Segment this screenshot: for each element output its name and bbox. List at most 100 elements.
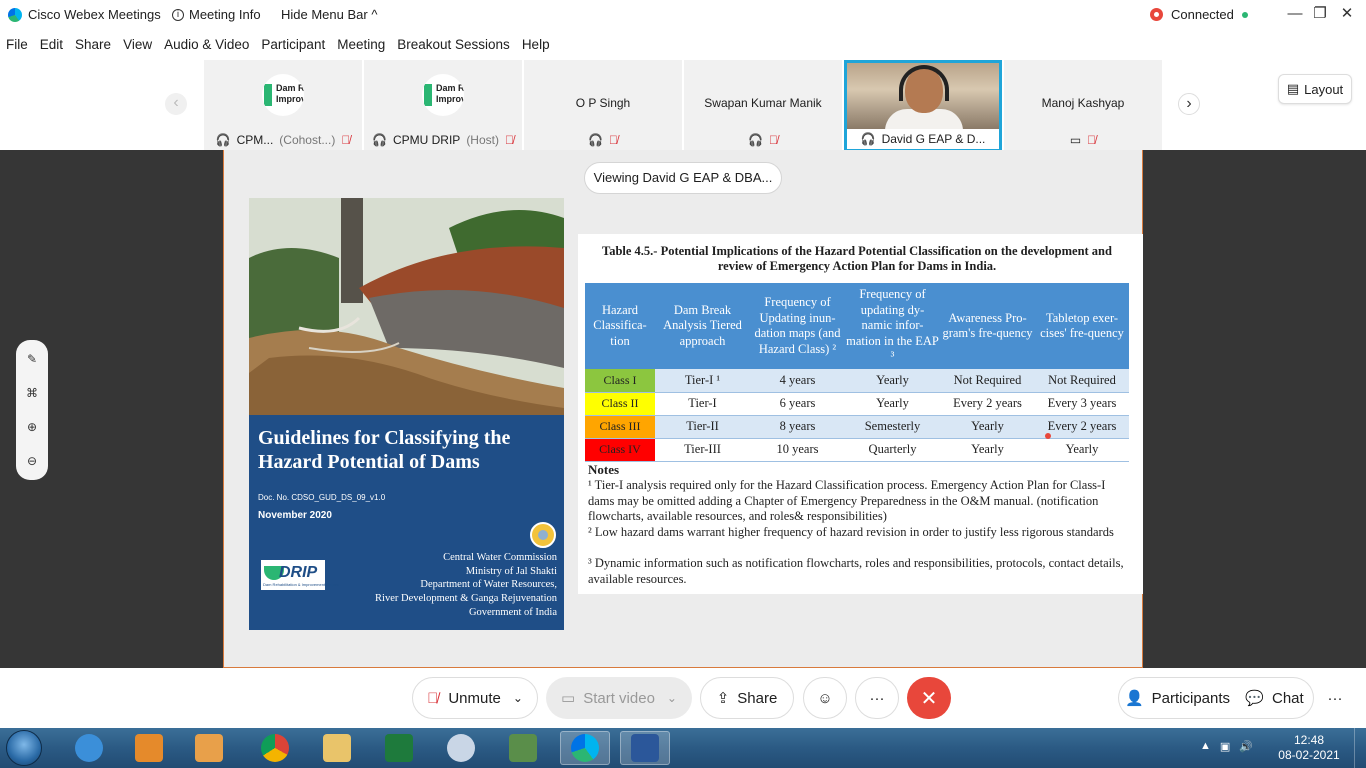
chat-button[interactable]: 💬 Chat — [1236, 677, 1314, 719]
table-row: Class IV Tier-III 10 years Quarterly Yea… — [585, 438, 1129, 462]
hide-menu-bar-button[interactable]: Hide Menu Bar ^ — [281, 7, 377, 22]
table-cell: 4 years — [750, 369, 845, 393]
viewing-indicator[interactable]: Viewing David G EAP & DBA... — [584, 162, 782, 194]
menu-breakout-sessions[interactable]: Breakout Sessions — [391, 34, 516, 56]
unmute-button[interactable]: 🎙̸ Unmute ⌄ — [412, 677, 538, 719]
annotate-pen-icon[interactable]: ✎ — [16, 352, 48, 366]
share-button[interactable]: ⇪ Share — [700, 677, 794, 719]
doc-number: Doc. No. CDSO_GUD_DS_09_v1.0 — [258, 493, 386, 502]
volume-icon[interactable]: 🔊 — [1239, 740, 1253, 753]
table-cell: 10 years — [750, 438, 845, 462]
more-panels-button[interactable]: ··· — [1318, 677, 1352, 719]
menu-participant[interactable]: Participant — [255, 34, 331, 56]
participant-tile[interactable]: Dam R Improv 🎧 CPMU DRIP (Host) 🎙̸ — [364, 60, 522, 150]
show-desktop-button[interactable] — [1354, 728, 1366, 768]
table-cell: Semesterly — [845, 415, 940, 439]
table-cell: Not Required — [1035, 369, 1129, 393]
participant-tile[interactable]: Dam R Improv 🎧 CPM... (Cohost...) 🎙̸ — [204, 60, 362, 150]
table-page: Table 4.5.- Potential Implications of th… — [578, 234, 1143, 594]
tile-footer: 🎧 🎙̸ — [524, 130, 682, 150]
participant-tile[interactable]: O P Singh 🎧 🎙̸ — [524, 60, 682, 150]
system-clock[interactable]: 12:48 08-02-2021 — [1274, 733, 1344, 763]
zoom-in-icon[interactable]: ⊕ — [16, 420, 48, 434]
webex-logo-icon — [8, 7, 22, 22]
participants-button[interactable]: 👤 Participants — [1118, 677, 1236, 719]
notes-heading: Notes — [588, 462, 620, 477]
table-cell: Yearly — [1035, 438, 1129, 462]
drip-logo-subtitle: Dam Rehabilitation & Improvement Project — [263, 582, 339, 587]
minimize-button[interactable]: — — [1284, 4, 1306, 24]
table-cell: Every 2 years — [940, 392, 1035, 416]
table-caption: Table 4.5.- Potential Implications of th… — [602, 244, 1112, 273]
active-speaker-tile[interactable]: 🎧 David G EAP & D... — [844, 60, 1002, 150]
muted-mic-icon: 🎙̸ — [427, 689, 439, 707]
media-player-icon[interactable] — [184, 731, 234, 765]
menu-file[interactable]: File — [0, 34, 34, 56]
participant-name: David G EAP & D... — [881, 132, 986, 146]
cover-title: Guidelines for Classifying the Hazard Po… — [258, 427, 511, 473]
network-icon[interactable]: ▣ — [1220, 740, 1230, 753]
webex-taskbar-icon[interactable] — [560, 731, 610, 765]
remote-control-icon[interactable]: ⌘ — [16, 386, 48, 400]
video-device-icon: ▭ — [1069, 133, 1082, 147]
participant-name: CPMU DRIP — [392, 133, 461, 147]
menu-meeting[interactable]: Meeting — [331, 34, 391, 56]
avatar: Dam R Improv — [422, 74, 464, 116]
organization-lines: Central Water Commission Ministry of Jal… — [375, 551, 557, 620]
table-row: Class I Tier-I ¹ 4 years Yearly Not Requ… — [585, 369, 1129, 393]
word-icon[interactable] — [620, 731, 670, 765]
menu-help[interactable]: Help — [516, 34, 556, 56]
title-bar: Cisco Webex Meetings i Meeting Info Hide… — [0, 0, 1366, 30]
meeting-info-button[interactable]: i Meeting Info — [172, 7, 261, 22]
menu-view[interactable]: View — [117, 34, 158, 56]
menu-share[interactable]: Share — [69, 34, 117, 56]
note-1: ¹ Tier-I analysis required only for the … — [588, 478, 1106, 524]
outlook-icon[interactable] — [124, 731, 174, 765]
person-icon: 👤 — [1124, 690, 1144, 707]
snipping-tool-icon[interactable] — [436, 731, 486, 765]
table-cell: Every 3 years — [1035, 392, 1129, 416]
muted-mic-icon: 🎙̸ — [608, 133, 618, 147]
tray-expand-icon[interactable]: ▲ — [1200, 740, 1211, 753]
meeting-info-label: Meeting Info — [189, 7, 261, 22]
table-header: Frequency of updating dy-namic infor-mat… — [845, 283, 940, 369]
emoji-icon: ☺ — [817, 689, 833, 707]
participants-label: Participants — [1151, 689, 1231, 707]
table-row: Class II Tier-I 6 years Yearly Every 2 y… — [585, 392, 1129, 416]
tile-footer: 🎧 CPM... (Cohost...) 🎙̸ — [204, 130, 362, 150]
more-options-button[interactable]: ··· — [855, 677, 899, 719]
reactions-button[interactable]: ☺ — [803, 677, 847, 719]
menu-audio-video[interactable]: Audio & Video — [158, 34, 255, 56]
internet-explorer-icon[interactable] — [64, 731, 114, 765]
chevron-down-icon[interactable]: ⌄ — [513, 691, 523, 705]
shared-screen[interactable]: Viewing David G EAP & DBA... Guidelines … — [223, 150, 1143, 668]
cover-date: November 2020 — [258, 510, 332, 521]
leave-meeting-button[interactable]: ✕ — [907, 677, 951, 719]
menu-edit[interactable]: Edit — [34, 34, 69, 56]
close-window-button[interactable]: ✕ — [1336, 4, 1358, 24]
table-cell: Not Required — [940, 369, 1035, 393]
file-explorer-icon[interactable] — [312, 731, 362, 765]
start-button[interactable] — [6, 730, 42, 766]
table-cell: Tier-I ¹ — [655, 369, 750, 393]
table-header: Hazard Classifica-tion — [585, 283, 655, 369]
start-video-button[interactable]: ▭ Start video ⌄ — [546, 677, 692, 719]
chrome-icon[interactable] — [250, 731, 300, 765]
participant-name: Manoj Kashyap — [1041, 96, 1125, 110]
zoom-out-icon[interactable]: ⊖ — [16, 454, 48, 468]
participant-tile[interactable]: Swapan Kumar Manik 🎧 🎙̸ — [684, 60, 842, 150]
maximize-button[interactable]: ❐ — [1309, 4, 1331, 24]
connection-status[interactable]: Connected — [1150, 7, 1248, 22]
strip-next-button[interactable]: › — [1178, 93, 1200, 115]
document-cover: Guidelines for Classifying the Hazard Po… — [249, 198, 564, 630]
app-green-icon[interactable] — [374, 731, 424, 765]
participant-strip: ‹ Dam R Improv 🎧 CPM... (Cohost...) 🎙̸ Da… — [0, 60, 1366, 150]
participant-tile[interactable]: Manoj Kashyap ▭ 🎙̸ — [1004, 60, 1162, 150]
strip-prev-button[interactable]: ‹ — [165, 93, 187, 115]
table-cell: Yearly — [845, 369, 940, 393]
layout-button[interactable]: ▤ Layout — [1278, 74, 1352, 104]
table-cell: Tier-III — [655, 438, 750, 462]
chevron-down-icon[interactable]: ⌄ — [667, 691, 677, 705]
spreadsheet-icon[interactable] — [498, 731, 548, 765]
audio-icon: 🎧 — [860, 132, 876, 146]
